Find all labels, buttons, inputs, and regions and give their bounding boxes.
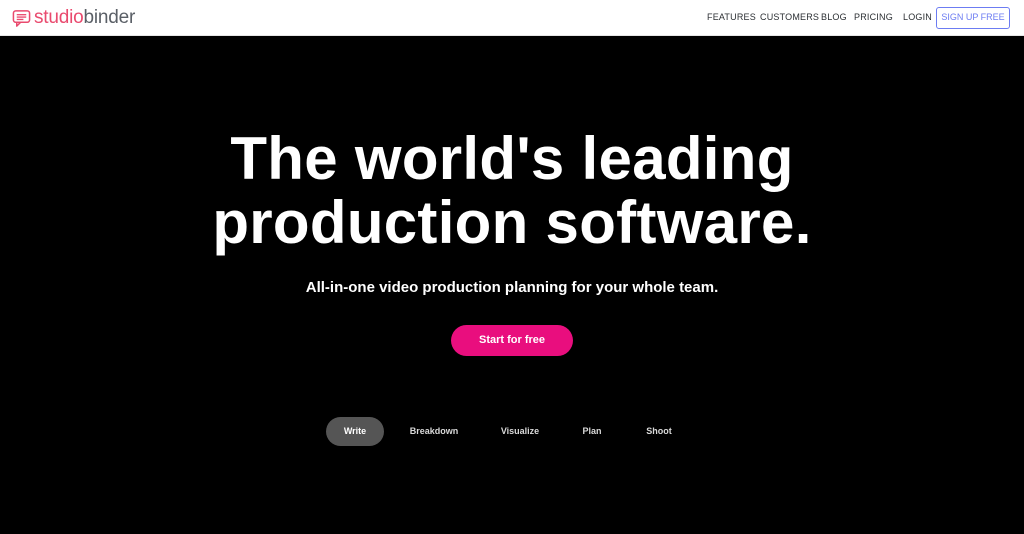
top-navbar: studiobinder FEATURES CUSTOMERS BLOG PRI…	[0, 0, 1024, 36]
nav-blog-link[interactable]: BLOG	[821, 12, 847, 22]
tab-shoot[interactable]: Shoot	[640, 417, 678, 446]
sign-up-free-button[interactable]: SIGN UP FREE	[936, 7, 1010, 29]
nav-features-link[interactable]: FEATURES	[707, 12, 756, 22]
nav-customers-link[interactable]: CUSTOMERS	[760, 12, 819, 22]
start-for-free-button[interactable]: Start for free	[451, 325, 573, 356]
logo-wordmark: studiobinder	[34, 6, 135, 30]
logo-binder-text: binder	[83, 7, 136, 28]
chat-bubble-logo-icon	[12, 9, 31, 27]
tab-visualize[interactable]: Visualize	[494, 417, 546, 446]
tab-write[interactable]: Write	[326, 417, 384, 446]
tab-plan[interactable]: Plan	[576, 417, 608, 446]
tab-breakdown[interactable]: Breakdown	[404, 417, 464, 446]
hero-headline-line2: production software.	[212, 189, 812, 256]
studiobinder-logo[interactable]: studiobinder	[12, 6, 135, 30]
hero-section: The world's leading production software.…	[0, 36, 1024, 534]
hero-subheadline: All-in-one video production planning for…	[305, 279, 719, 296]
hero-headline-line1: The world's leading	[230, 125, 794, 192]
nav-pricing-link[interactable]: PRICING	[854, 12, 893, 22]
logo-studio-text: studio	[34, 7, 84, 28]
nav-login-link[interactable]: LOGIN	[903, 12, 932, 22]
